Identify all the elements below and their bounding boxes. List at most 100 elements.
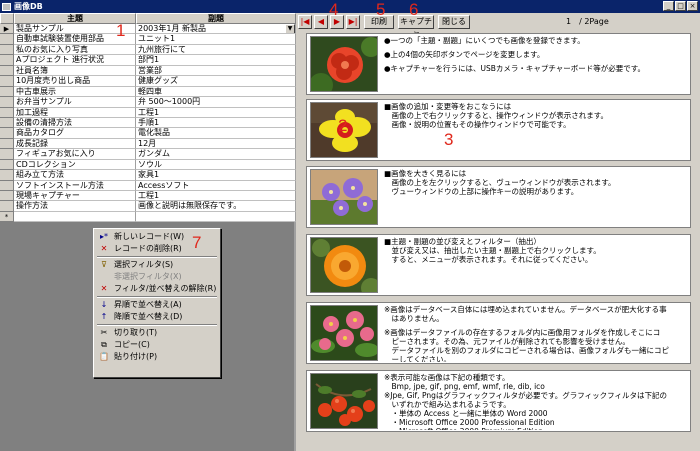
- table-row[interactable]: 設備の清掃方法 手順1: [0, 117, 296, 129]
- menu-item-filter-selection[interactable]: ⊽ 選択フィルタ(S): [96, 259, 218, 270]
- cell-subtitle[interactable]: 2003年1月 新製品 ▼: [136, 24, 296, 35]
- new-record-row[interactable]: *: [0, 211, 296, 223]
- table-row[interactable]: 成長記録 12月: [0, 138, 296, 150]
- row-selector[interactable]: [0, 44, 14, 56]
- cell-subtitle[interactable]: 弁 500～1000円: [136, 97, 296, 108]
- table-row[interactable]: CDコレクション ソウル: [0, 159, 296, 171]
- row-selector[interactable]: ▶: [0, 24, 14, 35]
- cell-subject[interactable]: CDコレクション: [14, 159, 136, 171]
- cell-subtitle[interactable]: 画像と説明は無限保存です。: [136, 201, 296, 212]
- cell-subtitle-text: ユニット1: [138, 34, 176, 44]
- row-selector[interactable]: [0, 55, 14, 66]
- table-row[interactable]: 加工過程 工程1: [0, 107, 296, 118]
- cell-subtitle[interactable]: Accessソフト: [136, 180, 296, 191]
- row-selector[interactable]: [0, 138, 14, 150]
- cell-subject[interactable]: フィギュアお気に入り: [14, 149, 136, 160]
- cell-subtitle[interactable]: ユニット1: [136, 34, 296, 45]
- cell-subject[interactable]: お弁当サンプル: [14, 97, 136, 108]
- menu-item-sort-desc[interactable]: ↑ 降順で並べ替え(D): [96, 311, 218, 322]
- cell-subject[interactable]: 加工過程: [14, 107, 136, 118]
- flower-photo[interactable]: [310, 169, 378, 225]
- cell-subject[interactable]: 10月度売り出し商品: [14, 76, 136, 87]
- cell-subtitle[interactable]: 工程1: [136, 191, 296, 202]
- table-row[interactable]: 中古車展示 軽四車: [0, 86, 296, 98]
- cell-subtitle[interactable]: 部門1: [136, 55, 296, 66]
- last-page-button[interactable]: ▶|: [346, 15, 360, 29]
- context-menu: ▸* 新しいレコード(W) ✕ レコードの削除(R) ⊽ 選択フィルタ(S) 非選択フィルタ…: [93, 228, 221, 378]
- cell-subtitle[interactable]: ガンダム: [136, 149, 296, 160]
- table-row[interactable]: 私のお気に入り写真 九州旅行にて: [0, 44, 296, 56]
- row-selector[interactable]: [0, 97, 14, 108]
- row-selector[interactable]: [0, 107, 14, 118]
- cell-subject[interactable]: 商品カタログ: [14, 128, 136, 139]
- new-row-selector[interactable]: *: [0, 211, 14, 223]
- row-selector[interactable]: [0, 76, 14, 87]
- flower-photo[interactable]: [310, 305, 378, 361]
- cell-subject[interactable]: 私のお気に入り写真: [14, 44, 136, 56]
- cell-subtitle[interactable]: 手順1: [136, 117, 296, 129]
- row-selector[interactable]: [0, 201, 14, 212]
- cell-subject[interactable]: 成長記録: [14, 138, 136, 150]
- flower-photo[interactable]: [310, 36, 378, 92]
- table-row[interactable]: 現場キャプチャー 工程1: [0, 191, 296, 202]
- close-button[interactable]: 閉じる: [438, 15, 470, 29]
- table-row[interactable]: 操作方法 画像と説明は無限保存です。: [0, 201, 296, 212]
- cell-subject[interactable]: 設備の清掃方法: [14, 117, 136, 129]
- row-selector[interactable]: [0, 191, 14, 202]
- select-all-corner[interactable]: [0, 13, 14, 24]
- cell-subject[interactable]: 操作方法: [14, 201, 136, 212]
- menu-item-remove-filter[interactable]: ✕ フィルタ/並べ替えの解除(R): [96, 283, 218, 294]
- cell-subject[interactable]: 現場キャプチャー: [14, 191, 136, 202]
- row-selector[interactable]: [0, 128, 14, 139]
- cell-subtitle[interactable]: 家具1: [136, 170, 296, 181]
- first-page-button[interactable]: |◀: [298, 15, 312, 29]
- cell-subject[interactable]: 社員名簿: [14, 65, 136, 77]
- menu-item-copy[interactable]: ⧉ コピー(C): [96, 339, 218, 350]
- row-selector[interactable]: [0, 86, 14, 98]
- cell-subtitle[interactable]: 工程1: [136, 107, 296, 118]
- menu-item-cut[interactable]: ✂ 切り取り(T): [96, 327, 218, 338]
- row-selector[interactable]: [0, 159, 14, 171]
- menu-item-sort-asc[interactable]: ↓ 昇順で並べ替え(A): [96, 299, 218, 310]
- dropdown-arrow-icon[interactable]: ▼: [285, 24, 295, 34]
- table-row[interactable]: お弁当サンプル弁 500～1000円: [0, 97, 296, 108]
- row-selector[interactable]: [0, 170, 14, 181]
- column-header-subtitle[interactable]: 副題: [136, 13, 296, 24]
- table-row[interactable]: 社員名簿 営業部: [0, 65, 296, 77]
- prev-page-button[interactable]: ◀: [314, 15, 328, 29]
- table-row[interactable]: ▶ 製品サンプル 2003年1月 新製品 ▼: [0, 24, 296, 35]
- table-row[interactable]: 組み立て方法 家具1: [0, 170, 296, 181]
- cell-subtitle[interactable]: 軽四車: [136, 86, 296, 98]
- row-selector[interactable]: [0, 117, 14, 129]
- cell-subtitle[interactable]: 九州旅行にて: [136, 44, 296, 56]
- menu-item-paste[interactable]: 📋 貼り付け(P): [96, 351, 218, 362]
- cell-subject[interactable]: 組み立て方法: [14, 170, 136, 181]
- table-row[interactable]: フィギュアお気に入り ガンダム: [0, 149, 296, 160]
- cell-subtitle[interactable]: 営業部: [136, 65, 296, 77]
- close-window-button[interactable]: ×: [687, 1, 698, 11]
- menu-item-filter-exclude[interactable]: 非選択フィルタ(X): [96, 271, 218, 282]
- table-row[interactable]: ソフトインストール方法 Accessソフト: [0, 180, 296, 191]
- row-selector[interactable]: [0, 149, 14, 160]
- minimize-button[interactable]: _: [663, 1, 674, 11]
- cell-subtitle[interactable]: 健康グッズ: [136, 76, 296, 87]
- maximize-button[interactable]: □: [675, 1, 686, 11]
- cell-subtitle[interactable]: 12月: [136, 138, 296, 150]
- cell-subtitle[interactable]: ソウル: [136, 159, 296, 171]
- table-row[interactable]: 商品カタログ 電化製品: [0, 128, 296, 139]
- description-line: 並び変え又は、抽出したい主題・副題上で右クリックします。: [384, 246, 601, 255]
- table-row[interactable]: Aプロジェクト 進行状況 部門1: [0, 55, 296, 66]
- new-cell-subject[interactable]: [14, 211, 136, 223]
- table-row[interactable]: 自動車試験装置使用部品 ユニット1: [0, 34, 296, 45]
- row-selector[interactable]: [0, 34, 14, 45]
- cell-subtitle[interactable]: 電化製品: [136, 128, 296, 139]
- cell-subject[interactable]: 中古車展示: [14, 86, 136, 98]
- table-row[interactable]: 10月度売り出し商品 健康グッズ: [0, 76, 296, 87]
- row-selector[interactable]: [0, 65, 14, 77]
- row-selector[interactable]: [0, 180, 14, 191]
- flower-photo[interactable]: [310, 237, 378, 293]
- new-cell-subtitle[interactable]: [136, 211, 296, 223]
- cell-subject[interactable]: ソフトインストール方法: [14, 180, 136, 191]
- flower-photo[interactable]: [310, 373, 378, 429]
- cell-subject[interactable]: Aプロジェクト 進行状況: [14, 55, 136, 66]
